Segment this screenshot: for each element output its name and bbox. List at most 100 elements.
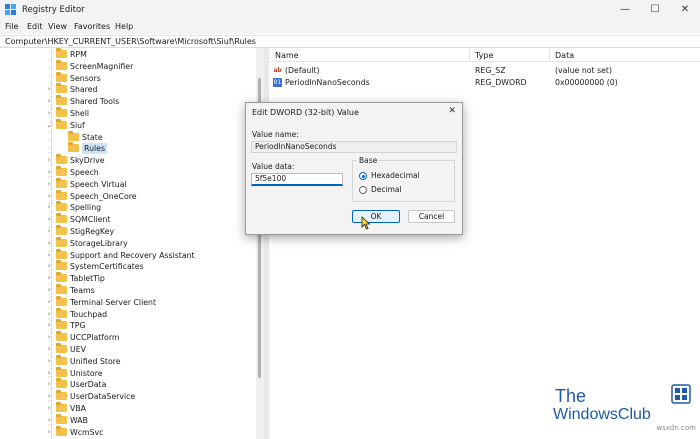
chevron-right-icon[interactable]: ›: [45, 379, 53, 389]
menu-favorites[interactable]: Favorites: [74, 22, 110, 31]
chevron-right-icon[interactable]: ›: [45, 403, 53, 413]
chevron-down-icon[interactable]: ⌄: [45, 120, 53, 130]
tree-item-siuf[interactable]: ⌄ Siuf: [0, 118, 250, 132]
chevron-right-icon[interactable]: ›: [45, 179, 53, 189]
tree-item-systemcertificates[interactable]: › SystemCertificates: [0, 260, 250, 273]
tree-item-userdata[interactable]: › UserData: [0, 378, 250, 391]
chevron-right-icon[interactable]: ›: [45, 273, 53, 283]
tree-item-wcmsvc[interactable]: › WcmSvc: [0, 425, 250, 439]
menu-view[interactable]: View: [48, 22, 67, 31]
column-name-header[interactable]: Name: [275, 51, 299, 60]
close-button[interactable]: ✕: [670, 0, 700, 20]
tree-item-uev[interactable]: › UEV: [0, 343, 250, 356]
value-row[interactable]: 01 PeriodInNanoSeconds REG_DWORD 0x00000…: [269, 77, 700, 89]
ok-button[interactable]: OK: [352, 210, 400, 223]
tree-item-label: UCCPlatform: [70, 333, 120, 343]
tree-item-unified-store[interactable]: › Unified Store: [0, 354, 250, 368]
tree-item-tablettip[interactable]: › TabletTip: [0, 272, 250, 285]
column-separator[interactable]: [549, 48, 550, 62]
chevron-right-icon[interactable]: ›: [45, 309, 53, 319]
tree-item-tpg[interactable]: › TPG: [0, 319, 250, 332]
chevron-right-icon[interactable]: ›: [45, 297, 53, 307]
tree-item-screenmagnifier[interactable]: ScreenMagnifier: [0, 59, 250, 73]
tree-item-skydrive[interactable]: › SkyDrive: [0, 154, 250, 167]
hexadecimal-radio[interactable]: [359, 172, 367, 180]
chevron-right-icon[interactable]: ›: [45, 250, 53, 260]
column-type-header[interactable]: Type: [475, 51, 493, 60]
minimize-button[interactable]: —: [610, 0, 640, 20]
tree-item-support-and-recovery-assistant[interactable]: › Support and Recovery Assistant: [0, 248, 250, 262]
registry-editor-icon: [5, 4, 16, 15]
chevron-right-icon[interactable]: ›: [45, 427, 53, 437]
value-name-field: PeriodInNanoSeconds: [251, 141, 457, 153]
tree-item-uccplatform[interactable]: › UCCPlatform: [0, 331, 250, 344]
chevron-right-icon[interactable]: ›: [45, 391, 53, 401]
tree-item-shell[interactable]: › Shell: [0, 107, 250, 120]
tree-item-sqmclient[interactable]: › SQMClient: [0, 213, 250, 226]
dialog-close-icon[interactable]: ✕: [448, 106, 456, 116]
chevron-right-icon[interactable]: ›: [45, 332, 53, 342]
chevron-right-icon[interactable]: ›: [45, 108, 53, 118]
folder-icon: [56, 201, 67, 212]
address-bar[interactable]: Computer\HKEY_CURRENT_USER\Software\Micr…: [0, 35, 700, 48]
cancel-button[interactable]: Cancel: [408, 210, 455, 223]
tree-item-rules[interactable]: Rules: [0, 142, 250, 155]
chevron-right-icon[interactable]: ›: [45, 320, 53, 330]
value-row[interactable]: ab (Default) REG_SZ (value not set): [269, 65, 700, 77]
tree-item-sensors[interactable]: Sensors: [0, 71, 250, 85]
chevron-right-icon[interactable]: ›: [45, 191, 53, 201]
decimal-label[interactable]: Decimal: [371, 185, 402, 194]
tree-item-speech-onecore[interactable]: › Speech_OneCore: [0, 189, 250, 203]
tree-item-speech[interactable]: › Speech: [0, 166, 250, 179]
folder-icon: [56, 59, 67, 70]
chevron-right-icon: [57, 132, 65, 142]
chevron-right-icon[interactable]: ›: [45, 214, 53, 224]
value-data: 0x00000000 (0): [555, 78, 618, 87]
chevron-right-icon[interactable]: ›: [45, 261, 53, 271]
chevron-right-icon[interactable]: ›: [45, 96, 53, 106]
folder-icon: [56, 225, 67, 235]
tree-item-label: UserData: [70, 380, 107, 390]
string-value-icon: ab: [273, 67, 282, 74]
tree-item-vba[interactable]: › VBA: [0, 402, 250, 415]
chevron-right-icon[interactable]: ›: [45, 155, 53, 165]
tree-item-stigregkey[interactable]: › StigRegKey: [0, 225, 250, 238]
tree-item-speech-virtual[interactable]: › Speech Virtual: [0, 177, 250, 191]
chevron-right-icon[interactable]: ›: [45, 415, 53, 425]
tree-item-spelling[interactable]: › Spelling: [0, 201, 250, 214]
tree-item-rpm[interactable]: RPM: [0, 48, 250, 61]
tree-item-touchpad[interactable]: › Touchpad: [0, 307, 250, 321]
tree-item-wab[interactable]: › WAB: [0, 413, 250, 427]
chevron-right-icon[interactable]: ›: [45, 368, 53, 378]
chevron-right-icon[interactable]: ›: [45, 226, 53, 236]
chevron-right-icon[interactable]: ›: [45, 167, 53, 177]
value-data-input[interactable]: 5f5e100: [251, 173, 343, 186]
tree-item-state[interactable]: State: [0, 130, 250, 144]
hexadecimal-label[interactable]: Hexadecimal: [371, 171, 420, 180]
tree-item-shared-tools[interactable]: › Shared Tools: [0, 95, 250, 108]
column-separator[interactable]: [469, 48, 470, 62]
tree-item-teams[interactable]: › Teams: [0, 284, 250, 297]
folder-icon: [68, 142, 79, 153]
chevron-right-icon[interactable]: ›: [45, 84, 53, 94]
tree-item-unistore[interactable]: › Unistore: [0, 366, 250, 380]
chevron-right-icon[interactable]: ›: [45, 202, 53, 212]
tree-item-terminal-server-client[interactable]: › Terminal Server Client: [0, 295, 250, 309]
tree-item-label: WAB: [70, 415, 88, 425]
menu-file[interactable]: File: [5, 22, 18, 31]
tree-item-shared[interactable]: › Shared: [0, 83, 250, 96]
chevron-right-icon[interactable]: ›: [45, 344, 53, 354]
tree-item-label: Unistore: [70, 368, 103, 378]
column-data-header[interactable]: Data: [555, 51, 574, 60]
folder-icon: [56, 213, 67, 224]
chevron-right-icon[interactable]: ›: [45, 285, 53, 295]
decimal-radio[interactable]: [359, 186, 367, 194]
chevron-right-icon[interactable]: ›: [45, 356, 53, 366]
chevron-right-icon[interactable]: ›: [45, 238, 53, 248]
menu-edit[interactable]: Edit: [27, 22, 43, 31]
menu-help[interactable]: Help: [115, 22, 133, 31]
tree-item-storagelibrary[interactable]: › StorageLibrary: [0, 236, 250, 250]
chevron-right-icon: [45, 73, 53, 83]
tree-item-userdataservice[interactable]: › UserDataService: [0, 390, 250, 403]
maximize-button[interactable]: ☐: [640, 0, 670, 20]
